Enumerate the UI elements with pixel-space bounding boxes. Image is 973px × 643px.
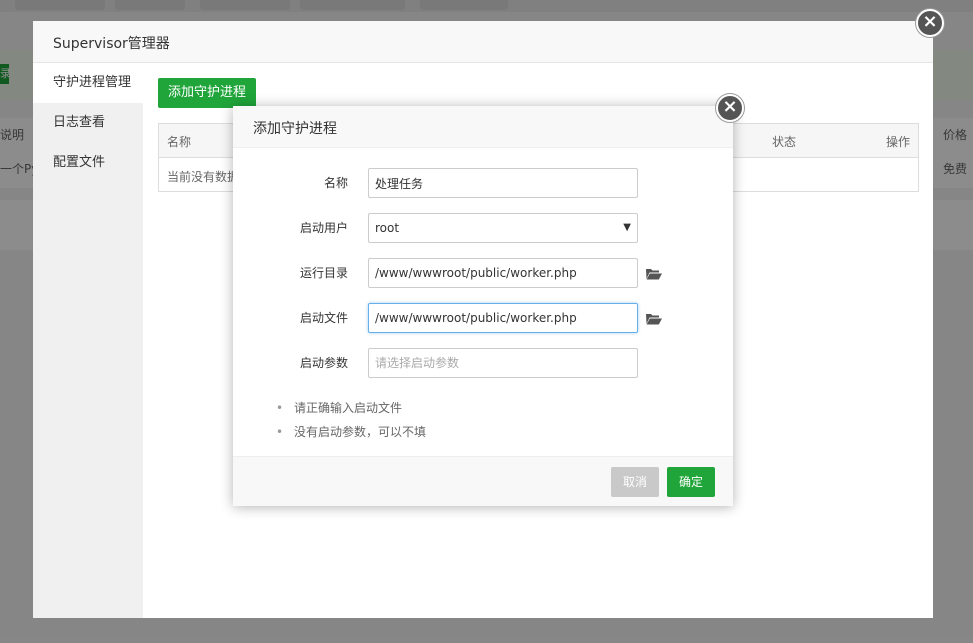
run-dir-input[interactable] xyxy=(368,258,638,288)
start-user-label: 启动用户 xyxy=(299,221,348,235)
tip-item: 请正确输入启动文件 xyxy=(276,396,426,420)
dialog-close-button[interactable]: × xyxy=(716,94,744,122)
close-icon: × xyxy=(722,96,738,117)
supervisor-window-title: Supervisor管理器 xyxy=(53,36,170,52)
supervisor-sidebar: 守护进程管理 日志查看 配置文件 xyxy=(33,63,143,618)
start-file-label: 启动文件 xyxy=(299,311,348,325)
start-user-selected: root xyxy=(375,221,400,235)
supervisor-window-titlebar: Supervisor管理器 xyxy=(33,21,933,63)
start-args-input[interactable] xyxy=(368,348,638,378)
column-header-ops[interactable]: 操作 xyxy=(886,133,910,150)
start-args-label: 启动参数 xyxy=(299,356,348,370)
name-input[interactable] xyxy=(368,168,638,198)
folder-open-icon[interactable] xyxy=(646,313,662,325)
folder-open-icon[interactable] xyxy=(646,268,662,280)
add-daemon-button[interactable]: 添加守护进程 xyxy=(158,78,257,108)
run-dir-label: 运行目录 xyxy=(299,266,348,280)
name-label: 名称 xyxy=(323,176,348,190)
chevron-down-icon: ▼ xyxy=(623,222,631,233)
add-daemon-dialog-titlebar: 添加守护进程 xyxy=(233,106,733,148)
tips-list: 请正确输入启动文件 没有启动参数，可以不填 xyxy=(276,396,426,444)
sidebar-item-log-view[interactable]: 日志查看 xyxy=(33,103,143,143)
column-header-name[interactable]: 名称 xyxy=(167,133,191,150)
add-daemon-dialog: 添加守护进程 名称 启动用户 root ▼ 运行目录 启动文件 启动参数 请正确… xyxy=(233,106,733,506)
dialog-footer: 取消 确定 xyxy=(233,456,733,506)
sidebar-item-daemon-management[interactable]: 守护进程管理 xyxy=(33,63,143,103)
start-file-input[interactable] xyxy=(368,303,638,333)
sidebar-item-config-file[interactable]: 配置文件 xyxy=(33,143,143,183)
column-header-status[interactable]: 状态 xyxy=(772,133,796,150)
table-empty-text: 当前没有数据 xyxy=(167,170,240,184)
close-icon: × xyxy=(922,11,938,32)
start-user-select[interactable]: root ▼ xyxy=(368,213,638,243)
confirm-button[interactable]: 确定 xyxy=(667,467,715,497)
dialog-title: 添加守护进程 xyxy=(253,121,337,137)
supervisor-close-button[interactable]: × xyxy=(916,9,944,37)
cancel-button[interactable]: 取消 xyxy=(611,467,659,497)
tip-item: 没有启动参数，可以不填 xyxy=(276,420,426,444)
